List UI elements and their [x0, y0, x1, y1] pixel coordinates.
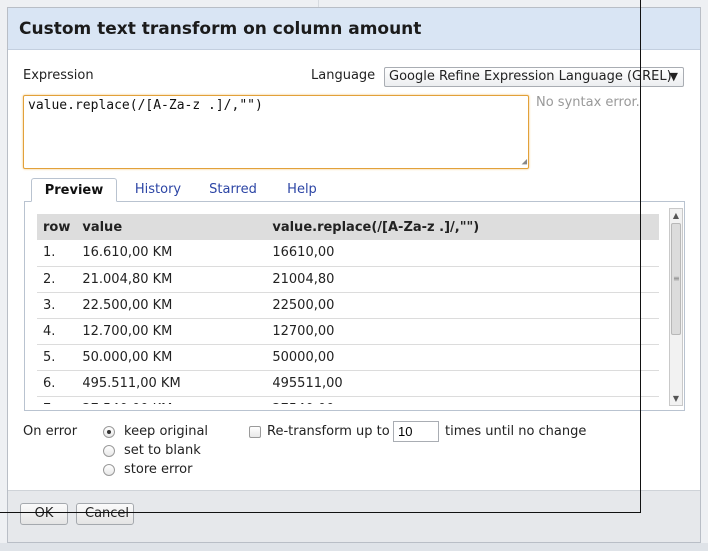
language-selected-value: Google Refine Expression Language (GREL) — [389, 69, 672, 84]
radio-button[interactable] — [103, 426, 115, 438]
resize-grip-icon[interactable]: ◢ — [522, 157, 527, 167]
tab-history[interactable]: History — [129, 178, 187, 202]
expression-label: Expression — [23, 68, 94, 83]
scroll-up-icon[interactable]: ▲ — [670, 209, 682, 222]
retransform-suffix: times until no change — [445, 424, 587, 439]
row-result: 21004,80 — [266, 266, 659, 293]
row-index: 2. — [37, 266, 77, 293]
tab-preview[interactable]: Preview — [31, 178, 117, 202]
retransform-label: Re-transform up to — [267, 424, 390, 439]
row-result: 50000,00 — [266, 344, 659, 371]
tab-starred[interactable]: Starred — [204, 178, 262, 202]
row-index: 6. — [37, 370, 77, 397]
dialog-title: Custom text transform on column amount — [19, 19, 422, 39]
table-row: 7. 27.540,00 KM 27540,00 — [37, 396, 659, 404]
table-row: 6. 495.511,00 KM 495511,00 — [37, 370, 659, 397]
row-result: 16610,00 — [266, 240, 659, 267]
tab-help[interactable]: Help — [285, 178, 319, 202]
expression-textarea[interactable]: value.replace(/[A-Za-z .]/,"") ◢ — [23, 95, 529, 169]
radio-label: keep original — [124, 424, 209, 439]
preview-scrollbar[interactable]: ▲ ≡ ▼ — [669, 208, 683, 406]
row-value: 50.000,00 KM — [76, 344, 267, 371]
row-result: 27540,00 — [266, 396, 659, 404]
expression-value: value.replace(/[A-Za-z .]/,"") — [28, 98, 263, 113]
row-value: 495.511,00 KM — [76, 370, 267, 397]
row-value: 21.004,80 KM — [76, 266, 267, 293]
background-app-strip — [0, 543, 708, 551]
table-row: 1. 16.610,00 KM 16610,00 — [37, 240, 659, 267]
table-row: 3. 22.500,00 KM 22500,00 — [37, 292, 659, 319]
radio-button[interactable] — [103, 464, 115, 476]
preview-table: row value value.replace(/[A-Za-z .]/,"")… — [37, 214, 659, 404]
row-index: 1. — [37, 240, 77, 267]
syntax-status: No syntax error. — [536, 95, 640, 110]
row-value: 16.610,00 KM — [76, 240, 267, 267]
retransform-checkbox[interactable] — [249, 426, 261, 438]
cancel-button[interactable]: Cancel — [76, 503, 134, 525]
column-header-value: value — [76, 214, 267, 240]
row-index: 3. — [37, 292, 77, 319]
row-index: 4. — [37, 318, 77, 345]
custom-transform-dialog: Custom text transform on column amount E… — [7, 7, 701, 543]
scrollbar-thumb[interactable]: ≡ — [671, 223, 681, 335]
row-value: 12.700,00 KM — [76, 318, 267, 345]
row-result: 12700,00 — [266, 318, 659, 345]
scroll-down-icon[interactable]: ▼ — [670, 392, 682, 405]
table-row: 5. 50.000,00 KM 50000,00 — [37, 344, 659, 371]
preview-panel: row value value.replace(/[A-Za-z .]/,"")… — [24, 201, 685, 411]
radio-button[interactable] — [103, 445, 115, 457]
radio-label: store error — [124, 462, 193, 477]
column-header-result: value.replace(/[A-Za-z .]/,"") — [266, 214, 659, 240]
row-value: 27.540,00 KM — [76, 396, 267, 404]
grip-icon: ≡ — [673, 274, 680, 283]
radio-label: set to blank — [124, 443, 201, 458]
table-row: 2. 21.004,80 KM 21004,80 — [37, 266, 659, 293]
on-error-label: On error — [23, 424, 78, 439]
retransform-times-input[interactable] — [393, 421, 439, 442]
row-index: 5. — [37, 344, 77, 371]
chevron-down-icon: ▼ — [669, 70, 678, 83]
table-row: 4. 12.700,00 KM 12700,00 — [37, 318, 659, 345]
column-header-row: row — [37, 214, 77, 240]
row-result: 22500,00 — [266, 292, 659, 319]
preview-grid: row value value.replace(/[A-Za-z .]/,"")… — [37, 214, 659, 404]
ok-button[interactable]: OK — [20, 503, 68, 525]
dialog-header: Custom text transform on column amount — [8, 8, 700, 50]
row-result: 495511,00 — [266, 370, 659, 397]
preview-header-row: row value value.replace(/[A-Za-z .]/,"") — [37, 214, 659, 240]
language-select[interactable]: Google Refine Expression Language (GREL)… — [384, 67, 684, 87]
row-index: 7. — [37, 396, 77, 404]
row-value: 22.500,00 KM — [76, 292, 267, 319]
language-label: Language — [311, 68, 376, 83]
